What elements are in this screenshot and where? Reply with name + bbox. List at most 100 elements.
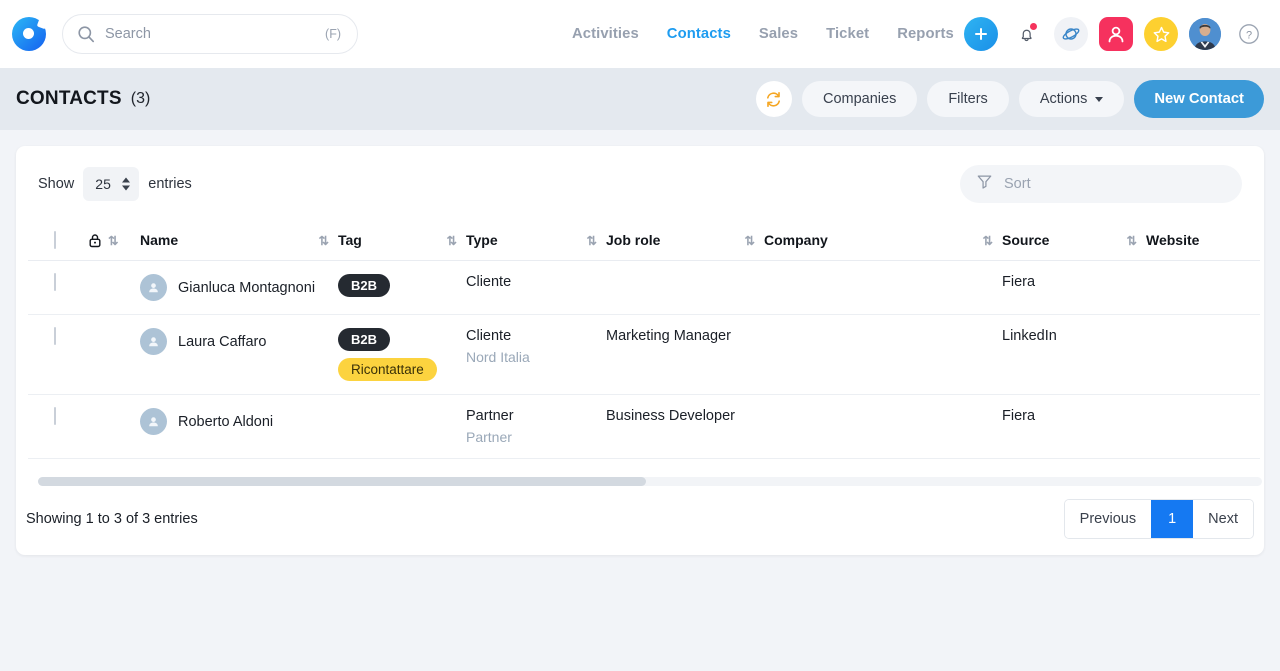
row-lock-cell [88,395,140,459]
column-label-company: Company [764,232,828,248]
row-checkbox[interactable] [54,407,56,425]
sort-arrows-icon-type[interactable]: ⇅ [587,233,606,248]
nav-item-sales[interactable]: Sales [759,26,798,42]
sort-arrows-icon-name[interactable]: ⇅ [319,233,338,248]
add-icon[interactable] [964,17,998,51]
type-subtext: Partner [466,429,606,445]
row-status-dot [28,315,54,395]
nav-item-ticket[interactable]: Ticket [826,26,869,42]
contact-name[interactable]: Roberto Aldoni [178,414,273,430]
row-lock-cell [88,261,140,315]
cell-type: Cliente [466,261,606,315]
row-checkbox[interactable] [54,273,56,291]
refresh-button[interactable] [756,81,792,117]
select-all-checkbox[interactable] [54,231,56,249]
contact-name[interactable]: Gianluca Montagnoni [178,280,315,296]
stepper-arrows-icon [122,178,130,191]
column-header-website[interactable]: Website [1146,222,1260,261]
sort-arrows-icon-source[interactable]: ⇅ [1127,233,1146,248]
cell-name: Roberto Aldoni [140,395,338,459]
cell-source: Fiera [1002,261,1146,315]
sort-input[interactable] [1004,176,1226,192]
type-value: Partner [466,408,514,424]
nav-item-contacts[interactable]: Contacts [667,26,731,42]
svg-text:?: ? [1246,29,1252,41]
avatar [140,328,167,355]
sort-arrows-icon[interactable]: ⇅ [108,233,117,248]
row-select [54,261,88,315]
column-label-tag: Tag [338,232,362,248]
pagination-page-1[interactable]: 1 [1151,500,1193,538]
pagination-next[interactable]: Next [1193,500,1253,538]
page-title: CONTACTS [16,88,122,110]
pagination-previous[interactable]: Previous [1065,500,1151,538]
filters-button-label: Filters [948,91,987,107]
contact-name[interactable]: Laura Caffaro [178,334,266,350]
page-header-band: CONTACTS (3) Companies Filters Actions N… [0,68,1280,130]
table-row[interactable]: Laura Caffaro B2B Ricontattare Cliente N… [28,315,1260,395]
column-header-company[interactable]: Company ⇅ [764,222,1002,261]
nav-item-activities[interactable]: Activities [572,26,639,42]
horizontal-scrollbar[interactable] [38,477,1262,486]
column-header-type[interactable]: Type ⇅ [466,222,606,261]
search-input[interactable] [105,26,325,42]
search-shortcut-hint: (F) [325,27,341,41]
cell-tag: B2B Ricontattare [338,315,466,395]
source-value: Fiera [1002,274,1035,290]
pagination: Previous 1 Next [1064,499,1254,539]
lock-icon [88,233,102,248]
search-icon [77,25,95,43]
tag-badge: B2B [338,274,390,297]
top-navigation-bar: (F) Activities Contacts Sales Ticket Rep… [0,0,1280,68]
sort-arrows-icon-job-role[interactable]: ⇅ [745,233,764,248]
column-label-job-role: Job role [606,232,660,248]
sort-search-box[interactable] [960,165,1242,203]
job-role-value: Business Developer [606,408,735,424]
column-header-job-role[interactable]: Job role ⇅ [606,222,764,261]
cell-company [764,315,1002,395]
table-row[interactable]: Gianluca Montagnoni B2B Cliente Fiera [28,261,1260,315]
planet-icon[interactable] [1054,17,1088,51]
page-record-count: (3) [131,90,151,108]
column-label-name: Name [140,232,178,248]
actions-dropdown-button[interactable]: Actions [1019,81,1125,117]
page-action-group: Companies Filters Actions New Contact [756,80,1264,118]
global-search-box[interactable]: (F) [62,14,358,54]
top-bar-icon-group: ? [964,0,1266,68]
page-size-value: 25 [95,176,111,192]
chevron-down-icon [1095,97,1103,102]
user-avatar[interactable] [1189,18,1221,50]
column-header-source[interactable]: Source ⇅ [1002,222,1146,261]
show-label: Show [38,176,74,192]
table-footer: Showing 1 to 3 of 3 entries Previous 1 N… [26,499,1254,539]
job-role-value: Marketing Manager [606,328,731,344]
star-icon[interactable] [1144,17,1178,51]
nav-item-reports[interactable]: Reports [897,26,954,42]
help-icon[interactable]: ? [1232,17,1266,51]
avatar [140,274,167,301]
new-contact-button[interactable]: New Contact [1134,80,1264,118]
filters-button[interactable]: Filters [927,81,1008,117]
scrollbar-thumb[interactable] [38,477,646,486]
cell-company [764,395,1002,459]
companies-button[interactable]: Companies [802,81,917,117]
source-value: Fiera [1002,408,1035,424]
sort-arrows-icon-tag[interactable]: ⇅ [447,233,466,248]
row-checkbox[interactable] [54,327,56,345]
avatar [140,408,167,435]
column-header-tag[interactable]: Tag ⇅ [338,222,466,261]
brand-logo-icon[interactable] [12,17,46,51]
column-header-name[interactable]: Name ⇅ [140,222,338,261]
page-size-select[interactable]: 25 [83,167,139,201]
column-label-type: Type [466,232,498,248]
contact-card-icon[interactable] [1099,17,1133,51]
notifications-bell-icon[interactable] [1009,17,1043,51]
cell-name: Laura Caffaro [140,315,338,395]
table-row[interactable]: Roberto Aldoni Partner Partner Business … [28,395,1260,459]
entries-label: entries [148,176,192,192]
cell-website [1146,261,1260,315]
sort-arrows-icon-company[interactable]: ⇅ [983,233,1002,248]
contacts-table-card: Show 25 entries [16,146,1264,555]
tag-badge: Ricontattare [338,358,437,381]
filter-funnel-icon [976,173,993,195]
